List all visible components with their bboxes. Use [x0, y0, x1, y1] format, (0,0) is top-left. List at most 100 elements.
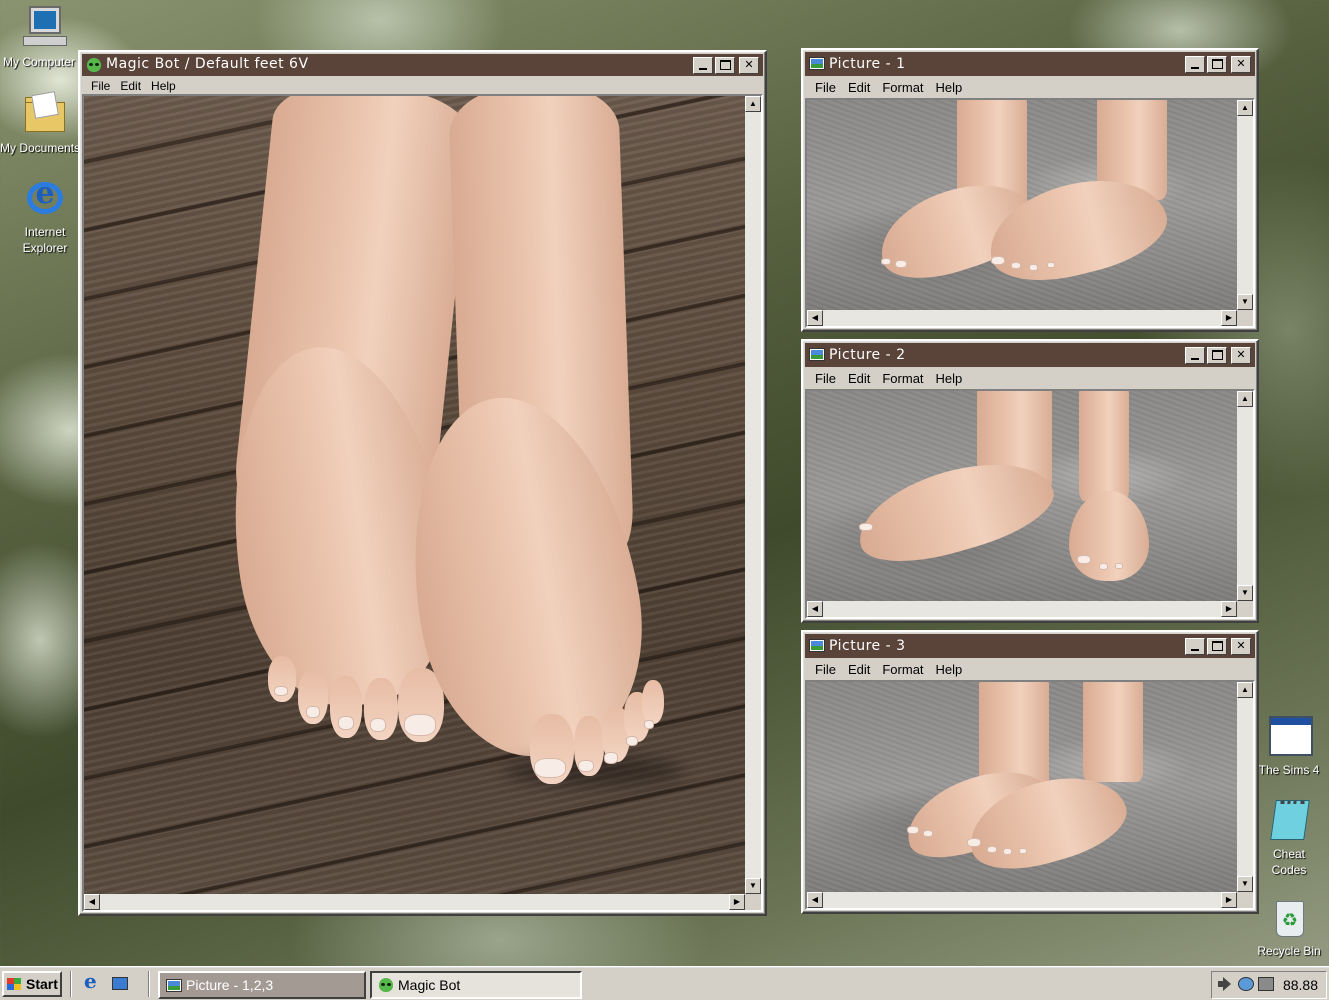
show-desktop-icon[interactable] [110, 975, 130, 993]
network-icon[interactable] [1238, 977, 1254, 991]
scroll-down-button[interactable]: ▼ [1237, 876, 1253, 892]
menu-edit[interactable]: Edit [842, 371, 876, 386]
scroll-left-button[interactable]: ◀ [807, 310, 823, 326]
computer-icon [21, 4, 69, 52]
minimize-button[interactable] [693, 57, 713, 74]
maximize-button[interactable] [1207, 56, 1227, 73]
minimize-button[interactable] [1185, 347, 1205, 364]
menu-help[interactable]: Help [930, 662, 969, 677]
scroll-right-button[interactable]: ▶ [729, 894, 745, 910]
vertical-scrollbar[interactable]: ▲ ▼ [1237, 682, 1253, 892]
recycle-bin-icon [1265, 893, 1313, 941]
menu-file[interactable]: File [809, 662, 842, 677]
magic-bot-window[interactable]: Magic Bot / Default feet 6V ✕ File Edit … [78, 50, 767, 916]
scroll-right-button[interactable]: ▶ [1221, 310, 1237, 326]
vertical-scrollbar[interactable]: ▲ ▼ [1237, 100, 1253, 310]
scroll-up-button[interactable]: ▲ [1237, 391, 1253, 407]
vertical-scrollbar[interactable]: ▲ ▼ [1237, 391, 1253, 601]
title-bar[interactable]: Picture - 2 ✕ [805, 343, 1255, 367]
scroll-up-button[interactable]: ▲ [1237, 100, 1253, 116]
menu-help[interactable]: Help [930, 371, 969, 386]
folder-icon [21, 90, 69, 138]
maximize-button[interactable] [715, 57, 735, 74]
minimize-button[interactable] [1185, 56, 1205, 73]
menu-help[interactable]: Help [930, 80, 969, 95]
tray-app-icon[interactable] [1258, 977, 1274, 991]
menu-format[interactable]: Format [876, 371, 929, 386]
taskbar: Start Picture - 1,2,3 Magic Bot 88.88 [0, 966, 1329, 1000]
menu-edit[interactable]: Edit [842, 80, 876, 95]
scroll-up-button[interactable]: ▲ [1237, 682, 1253, 698]
menu-format[interactable]: Format [876, 80, 929, 95]
horizontal-scrollbar[interactable]: ◀ ▶ [84, 894, 745, 910]
horizontal-scrollbar[interactable]: ◀ ▶ [807, 601, 1237, 617]
internet-explorer-icon: e [21, 174, 69, 222]
menu-bar: File Edit Format Help [805, 369, 1255, 388]
picture-icon [809, 55, 825, 71]
alien-icon [86, 57, 102, 73]
desktop-icon-label: Explorer [22, 241, 68, 255]
taskbar-separator [70, 971, 72, 997]
desktop-icon-label: My Computer [2, 55, 76, 69]
scroll-left-button[interactable]: ◀ [84, 894, 100, 910]
taskbar-button-magic-bot[interactable]: Magic Bot [370, 971, 582, 999]
alien-icon [378, 977, 394, 993]
close-button[interactable]: ✕ [1231, 347, 1251, 364]
size-grip[interactable] [745, 894, 761, 910]
scroll-left-button[interactable]: ◀ [807, 892, 823, 908]
horizontal-scrollbar[interactable]: ◀ ▶ [807, 310, 1237, 326]
scroll-right-button[interactable]: ▶ [1221, 892, 1237, 908]
menu-file[interactable]: File [809, 80, 842, 95]
system-tray: 88.88 [1211, 971, 1327, 999]
menu-file[interactable]: File [86, 79, 115, 93]
picture-icon [809, 637, 825, 653]
picture-2-window[interactable]: Picture - 2 ✕ File Edit Format Help ▲ ▼ [801, 339, 1259, 623]
title-bar[interactable]: Picture - 1 ✕ [805, 52, 1255, 76]
size-grip[interactable] [1237, 601, 1253, 617]
scroll-down-button[interactable]: ▼ [1237, 294, 1253, 310]
maximize-button[interactable] [1207, 347, 1227, 364]
horizontal-scrollbar[interactable]: ◀ ▶ [807, 892, 1237, 908]
desktop-icon-my-documents[interactable]: My Documents [0, 90, 90, 156]
scroll-up-button[interactable]: ▲ [745, 96, 761, 112]
title-bar[interactable]: Magic Bot / Default feet 6V ✕ [82, 54, 763, 76]
minimize-button[interactable] [1185, 638, 1205, 655]
speaker-icon[interactable] [1218, 977, 1232, 991]
start-button[interactable]: Start [2, 971, 62, 997]
image-viewport: ▲ ▼ ◀ ▶ [82, 94, 763, 912]
scroll-left-button[interactable]: ◀ [807, 601, 823, 617]
task-label: Picture - 1,2,3 [186, 977, 274, 993]
vertical-scrollbar[interactable]: ▲ ▼ [745, 96, 761, 894]
maximize-button[interactable] [1207, 638, 1227, 655]
menu-bar: File Edit Format Help [805, 660, 1255, 679]
menu-bar: File Edit Format Help [805, 78, 1255, 97]
menu-edit[interactable]: Edit [842, 662, 876, 677]
internet-explorer-icon[interactable] [82, 969, 102, 993]
picture-3-window[interactable]: Picture - 3 ✕ File Edit Format Help ▲ ▼ … [801, 630, 1259, 914]
image-viewport: ▲ ▼ ◀ ▶ [805, 680, 1255, 910]
size-grip[interactable] [1237, 310, 1253, 326]
scroll-down-button[interactable]: ▼ [745, 878, 761, 894]
size-grip[interactable] [1237, 892, 1253, 908]
desktop-icon-my-computer[interactable]: My Computer [0, 4, 90, 70]
clock[interactable]: 88.88 [1283, 977, 1318, 993]
desktop-icon-internet-explorer[interactable]: e Internet Explorer [0, 174, 90, 256]
taskbar-button-pictures[interactable]: Picture - 1,2,3 [158, 971, 366, 999]
title-bar[interactable]: Picture - 3 ✕ [805, 634, 1255, 658]
feet-render-image [807, 682, 1237, 892]
menu-help[interactable]: Help [146, 79, 181, 93]
menu-format[interactable]: Format [876, 662, 929, 677]
close-button[interactable]: ✕ [1231, 638, 1251, 655]
picture-icon [166, 977, 182, 993]
menu-edit[interactable]: Edit [115, 79, 146, 93]
scroll-down-button[interactable]: ▼ [1237, 585, 1253, 601]
close-button[interactable]: ✕ [739, 57, 759, 74]
picture-icon [809, 346, 825, 362]
desktop-icon-label: My Documents [0, 141, 78, 155]
scroll-right-button[interactable]: ▶ [1221, 601, 1237, 617]
menu-file[interactable]: File [809, 371, 842, 386]
feet-render-image [807, 391, 1237, 601]
picture-1-window[interactable]: Picture - 1 ✕ File Edit Format Help ▲ ▼ … [801, 48, 1259, 332]
close-button[interactable]: ✕ [1231, 56, 1251, 73]
window-title: Picture - 2 [829, 347, 906, 363]
